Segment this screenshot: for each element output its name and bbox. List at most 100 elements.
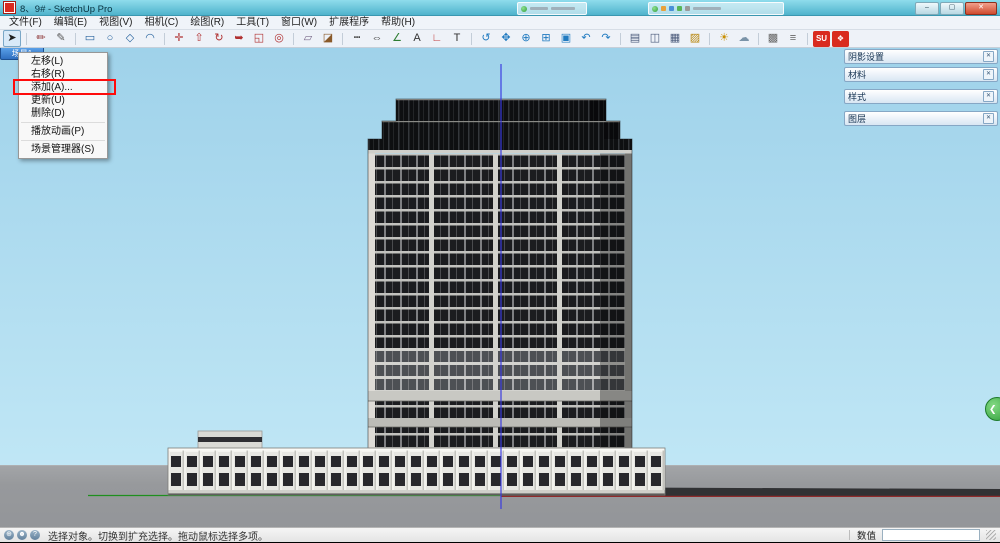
toolbar-separator — [293, 32, 294, 45]
context-menu-item-add[interactable]: 添加(A)... — [13, 79, 116, 95]
line-icon[interactable]: ✏ — [32, 30, 50, 47]
panel-title-materials: 材料 — [848, 70, 867, 80]
window-controls: – ▢ ✕ — [915, 2, 997, 15]
paint-bucket-icon[interactable]: ◪ — [319, 30, 337, 47]
notification-dot-icon — [652, 5, 658, 12]
zoom-icon[interactable]: ⊕ — [517, 30, 535, 47]
toolbar-separator — [26, 32, 27, 45]
menu-item-window[interactable]: 窗口(W) — [275, 16, 323, 29]
push-pull-icon[interactable]: ⇧ — [190, 30, 208, 47]
fog-icon[interactable]: ☁ — [735, 30, 753, 47]
layers-icon[interactable]: ≡ — [784, 30, 802, 47]
panel-close-icon[interactable]: ✕ — [983, 51, 994, 62]
context-menu-item-update[interactable]: 更新(U) — [19, 94, 107, 107]
context-menu-separator — [21, 122, 105, 123]
menu-bar: 文件(F) 编辑(E) 视图(V) 相机(C) 绘图(R) 工具(T) 窗口(W) 扩展程序帮… — [0, 16, 1000, 30]
text-icon[interactable]: A — [408, 30, 426, 47]
move-icon[interactable]: ✛ — [170, 30, 188, 47]
shadows-icon[interactable]: ☀ — [715, 30, 733, 47]
pan-icon[interactable]: ✥ — [497, 30, 515, 47]
front-view-icon[interactable]: ▤ — [626, 30, 644, 47]
offset-icon[interactable]: ◎ — [270, 30, 288, 47]
scale-icon[interactable]: ◱ — [250, 30, 268, 47]
dimensions-icon[interactable]: ⇔ — [368, 30, 386, 47]
context-menu: 左移(L) 右移(R) 添加(A)... 更新(U) 删除(D) 播放动画(P) 场景管理器… — [13, 52, 116, 159]
building-tower[interactable] — [367, 98, 633, 459]
right-panel-tray: 阴影设置 ✕ 材料 ✕ 样式 ✕ 图层 ✕ — [844, 48, 998, 126]
panel-title-styles: 样式 — [848, 92, 867, 102]
panel-materials[interactable]: 材料 ✕ — [844, 67, 998, 82]
zoom-extents-icon[interactable]: ▣ — [557, 30, 575, 47]
suapp-2-icon[interactable]: ❖ — [832, 30, 849, 47]
panel-layers[interactable]: 图层 ✕ — [844, 111, 998, 126]
status-message: 选择对象。切换到扩充选择。拖动鼠标选择多项。 — [48, 531, 268, 543]
maximize-button[interactable]: ▢ — [940, 2, 964, 15]
suapp-1-icon[interactable]: SU — [813, 30, 830, 47]
protractor-icon[interactable]: ∠ — [388, 30, 406, 47]
previous-view-icon[interactable]: ↶ — [577, 30, 595, 47]
menu-item-view[interactable]: 视图(V) — [93, 16, 138, 29]
menu-item-camera[interactable]: 相机(C) — [138, 16, 184, 29]
panel-styles[interactable]: 样式 ✕ — [844, 89, 998, 104]
panel-close-icon[interactable]: ✕ — [983, 69, 994, 80]
context-menu-item-play-animation[interactable]: 播放动画(P) — [19, 125, 107, 138]
titlebar-overlay-chip-1[interactable] — [517, 2, 587, 15]
top-view-icon[interactable]: ▦ — [666, 30, 684, 47]
rectangle-icon[interactable]: ▭ — [81, 30, 99, 47]
overlay-text-bar — [551, 7, 575, 10]
next-view-icon[interactable]: ↷ — [597, 30, 615, 47]
iso-view-icon[interactable]: ◫ — [646, 30, 664, 47]
notification-dot-icon — [521, 5, 527, 12]
select-icon[interactable]: ➤ — [3, 30, 21, 47]
toolbar-separator — [709, 32, 710, 45]
tape-measure-icon[interactable]: ┅ — [348, 30, 366, 47]
toolbar-separator — [471, 32, 472, 45]
menu-item-edit[interactable]: 编辑(E) — [48, 16, 93, 29]
menu-item-tools[interactable]: 工具(T) — [230, 16, 275, 29]
resize-grip[interactable] — [986, 530, 996, 540]
menu-item-draw[interactable]: 绘图(R) — [184, 16, 230, 29]
minimize-button[interactable]: – — [915, 2, 939, 15]
arc-icon[interactable]: ◠ — [141, 30, 159, 47]
close-button[interactable]: ✕ — [965, 2, 997, 15]
panel-title-layers: 图层 — [848, 114, 867, 124]
context-menu-item-scene-manager[interactable]: 场景管理器(S) — [19, 143, 107, 156]
context-menu-separator — [21, 140, 105, 141]
credits-icon[interactable]: ☻ — [17, 530, 27, 540]
menu-item-extensions[interactable]: 扩展程序 — [323, 16, 375, 29]
section-plane-icon[interactable]: ▨ — [686, 30, 704, 47]
panel-close-icon[interactable]: ✕ — [983, 91, 994, 102]
rotate-icon[interactable]: ↻ — [210, 30, 228, 47]
context-menu-item-delete[interactable]: 删除(D) — [19, 107, 107, 120]
titlebar-overlay-chip-2[interactable] — [648, 2, 784, 15]
eraser-icon[interactable]: ▱ — [299, 30, 317, 47]
geolocation-icon[interactable]: ⊕ — [4, 530, 14, 540]
overlay-mini-icon — [685, 6, 690, 11]
context-menu-item-move-right[interactable]: 右移(R) — [19, 68, 107, 81]
styles-icon[interactable]: ▩ — [764, 30, 782, 47]
measurement-input[interactable] — [882, 529, 980, 541]
menu-item-help[interactable]: 帮助(H) — [375, 16, 421, 29]
3d-text-icon[interactable]: T — [448, 30, 466, 47]
status-bar: ⊕ ☻? 选择对象。切换到扩充选择。拖动鼠标选择多项。 数值 — [0, 527, 1000, 543]
freehand-icon[interactable]: ✎ — [52, 30, 70, 47]
app-icon — [4, 2, 15, 13]
context-menu-item-move-left[interactable]: 左移(L) — [19, 55, 107, 68]
zoom-window-icon[interactable]: ⊞ — [537, 30, 555, 47]
panel-shadow-settings[interactable]: 阴影设置 ✕ — [844, 49, 998, 64]
overlay-mini-icon — [661, 6, 666, 11]
polygon-icon[interactable]: ◇ — [121, 30, 139, 47]
follow-me-icon[interactable]: ➥ — [230, 30, 248, 47]
circle-icon[interactable]: ○ — [101, 30, 119, 47]
overlay-mini-icon — [669, 6, 674, 11]
toolbar-separator — [758, 32, 759, 45]
window-title: 8、9# - SketchUp Pro — [20, 3, 113, 15]
help-icon[interactable]: ? — [30, 530, 40, 540]
menu-item-file[interactable]: 文件(F) — [3, 16, 48, 29]
panel-close-icon[interactable]: ✕ — [983, 113, 994, 124]
axes-icon[interactable]: ∟ — [428, 30, 446, 47]
orbit-icon[interactable]: ↺ — [477, 30, 495, 47]
status-divider — [848, 530, 850, 540]
toolbar-separator — [164, 32, 165, 45]
sketchup-window: 8、9# - SketchUp Pro – ▢ ✕ 文件(F) 编辑(E) 视图(V… — [0, 0, 1000, 543]
